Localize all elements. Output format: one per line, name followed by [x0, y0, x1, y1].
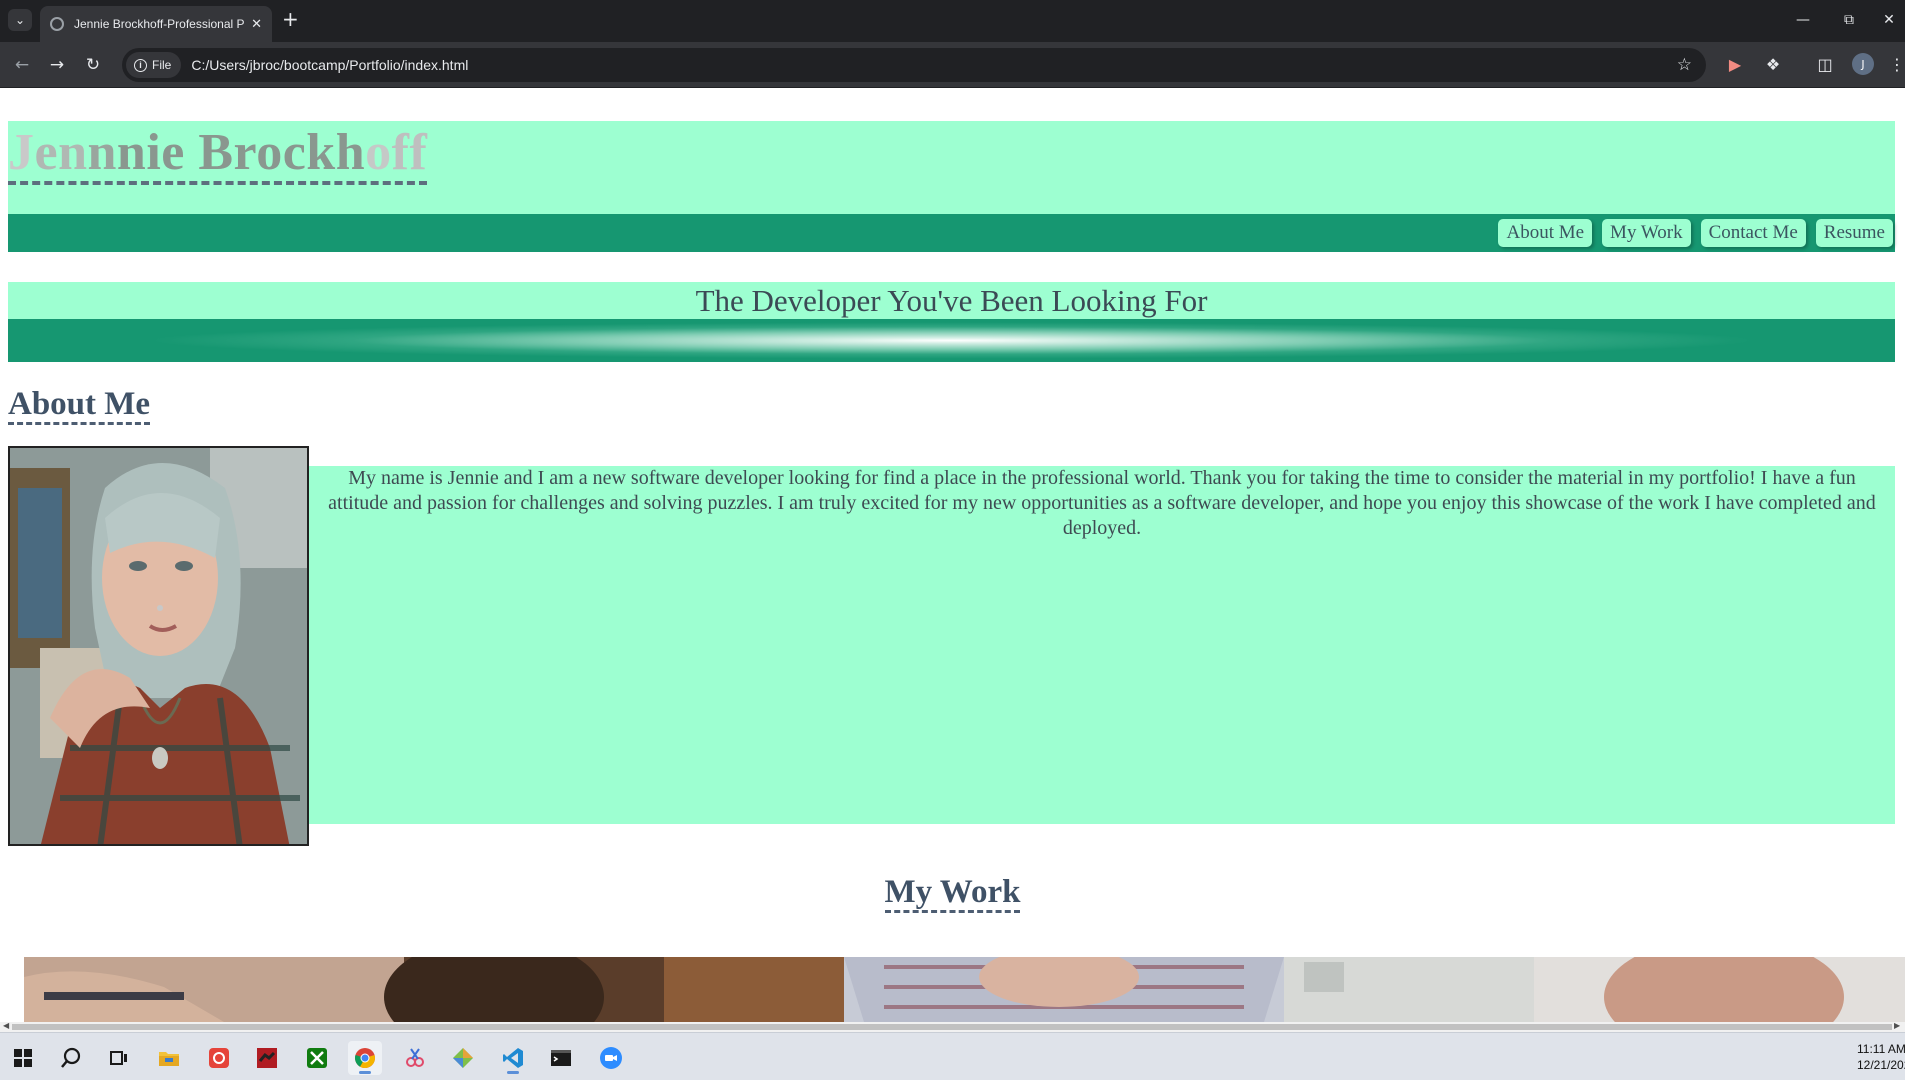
chrome-icon[interactable]: [348, 1041, 382, 1075]
close-window-button[interactable]: ✕: [1866, 6, 1905, 34]
site-info-chip[interactable]: i File: [126, 52, 182, 78]
globe-icon: [50, 17, 64, 31]
scroll-right-arrow-icon[interactable]: ▶: [1894, 1021, 1900, 1030]
site-info-label: File: [152, 58, 172, 72]
title-segment: n: [87, 124, 117, 181]
title-segment: en: [34, 124, 88, 181]
new-tab-button[interactable]: +: [282, 8, 299, 30]
horizontal-scrollbar[interactable]: ◀ ▶: [0, 1021, 1905, 1032]
tab-title: Jennie Brockhoff-Professional P: [74, 17, 245, 31]
scroll-left-arrow-icon[interactable]: ◀: [3, 1021, 9, 1030]
terminal-icon[interactable]: [544, 1041, 578, 1075]
address-bar[interactable]: i File C:/Users/jbroc/bootcamp/Portfolio…: [122, 48, 1706, 82]
windows-taskbar: 11:11 AM 12/21/2023: [0, 1032, 1905, 1080]
site-nav: About Me My Work Contact Me Resume: [8, 214, 1895, 252]
snipping-tool-icon[interactable]: [398, 1041, 432, 1075]
back-button[interactable]: ←: [11, 54, 33, 76]
close-tab-icon[interactable]: ✕: [251, 17, 262, 32]
my-work-heading[interactable]: My Work: [884, 874, 1021, 913]
system-clock[interactable]: 11:11 AM 12/21/2023: [1857, 1041, 1905, 1073]
nav-link-my-work[interactable]: My Work: [1602, 219, 1691, 247]
title-segment: ff: [391, 124, 428, 181]
side-panel-icon[interactable]: ◫: [1814, 55, 1836, 74]
title-segment: nie Brockh: [116, 124, 366, 181]
work-image-illustration: [24, 957, 1905, 1022]
app-dark-red-icon[interactable]: [250, 1041, 284, 1075]
tab-search-button[interactable]: ⌄: [8, 9, 32, 31]
title-segment: o: [365, 124, 392, 181]
bookmark-star-icon[interactable]: ☆: [1677, 55, 1692, 75]
my-work-heading-wrapper: My Work: [0, 874, 1905, 913]
profile-photo-illustration: [10, 448, 307, 844]
extensions-puzzle-icon[interactable]: ❖: [1762, 55, 1784, 74]
profile-avatar[interactable]: J: [1852, 53, 1874, 75]
decorative-gradient-bar: [8, 319, 1895, 362]
browser-toolbar: ← → ↻ i File C:/Users/jbroc/bootcamp/Por…: [0, 42, 1905, 88]
vscode-icon[interactable]: [496, 1041, 530, 1075]
clock-date: 12/21/2023: [1857, 1058, 1905, 1072]
browser-titlebar: ⌄ Jennie Brockhoff-Professional P ✕ + — …: [0, 0, 1905, 42]
windows-start-icon[interactable]: [6, 1041, 40, 1075]
tagline: The Developer You've Been Looking For: [8, 282, 1895, 319]
extension-red-icon[interactable]: ▶: [1724, 55, 1746, 74]
reload-button[interactable]: ↻: [82, 54, 104, 76]
scrollbar-thumb[interactable]: [12, 1024, 1892, 1030]
app-colorful-icon[interactable]: [446, 1041, 480, 1075]
nav-link-about-me[interactable]: About Me: [1498, 219, 1593, 247]
profile-photo: [8, 446, 309, 846]
file-explorer-icon[interactable]: [152, 1041, 186, 1075]
about-me-heading[interactable]: About Me: [8, 386, 151, 425]
forward-button[interactable]: →: [46, 54, 68, 76]
app-red-icon[interactable]: [202, 1041, 236, 1075]
work-project-image[interactable]: [24, 957, 1905, 1022]
title-segment: J: [8, 124, 35, 181]
browser-tab[interactable]: Jennie Brockhoff-Professional P ✕: [40, 6, 272, 42]
page-viewport: Jennnie Brockhoff About Me My Work Conta…: [0, 88, 1905, 1022]
site-header: Jennnie Brockhoff: [8, 121, 1895, 214]
menu-kebab-icon[interactable]: ⋮: [1886, 55, 1905, 74]
info-icon: i: [134, 58, 147, 72]
about-me-text: My name is Jennie and I am a new softwar…: [309, 466, 1895, 824]
task-view-icon[interactable]: [102, 1041, 136, 1075]
xbox-icon[interactable]: [300, 1041, 334, 1075]
url-text[interactable]: C:/Users/jbroc/bootcamp/Portfolio/index.…: [191, 57, 468, 73]
site-title[interactable]: Jennnie Brockhoff: [8, 123, 428, 185]
zoom-icon[interactable]: [594, 1041, 628, 1075]
nav-link-contact-me[interactable]: Contact Me: [1700, 219, 1806, 247]
search-icon[interactable]: [54, 1041, 88, 1075]
minimize-button[interactable]: —: [1780, 6, 1826, 34]
nav-link-resume[interactable]: Resume: [1815, 219, 1893, 247]
clock-time: 11:11 AM: [1857, 1042, 1905, 1056]
